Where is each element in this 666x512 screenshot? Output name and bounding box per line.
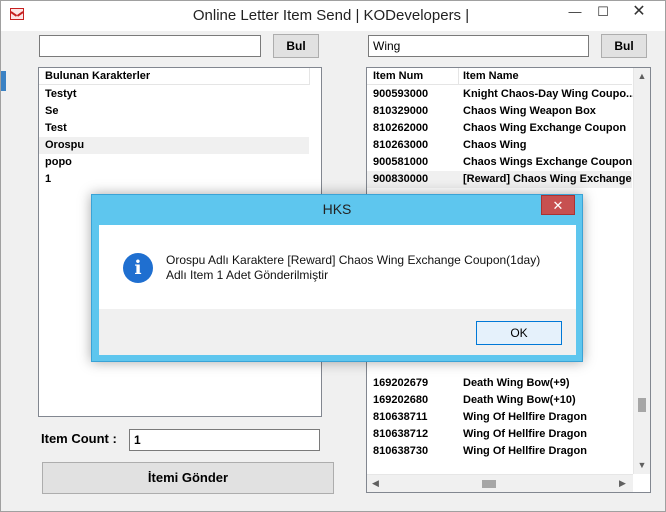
item-search-input[interactable]: Wing	[368, 35, 589, 57]
item-name: Death Wing Bow(+9)	[463, 377, 570, 389]
item-num: 810329000	[373, 105, 429, 117]
item-name: Wing Of Hellfire Dragon	[463, 411, 587, 423]
item-name: Knight Chaos-Day Wing Coupo...	[463, 88, 633, 100]
character-list-header: Bulunan Karakterler	[39, 68, 309, 85]
character-row-se[interactable]: Se	[39, 103, 309, 120]
title-bar: Online Letter Item Send | KODevelopers |…	[1, 1, 665, 31]
item-num: 810262000	[373, 122, 429, 134]
item-num: 810263000	[373, 139, 429, 151]
scroll-up-arrow-icon[interactable]: ▲	[634, 71, 650, 81]
ok-button[interactable]: OK	[476, 321, 562, 345]
character-row-test[interactable]: Test	[39, 120, 309, 137]
scroll-right-arrow-icon[interactable]: ▶	[619, 478, 626, 489]
item-num: 169202679	[373, 377, 429, 389]
send-item-button[interactable]: İtemi Gönder	[42, 462, 334, 494]
item-num: 810638711	[373, 411, 428, 423]
item-row[interactable]: 810263000 Chaos Wing	[367, 137, 632, 154]
col-item-name[interactable]: Item Name	[463, 68, 519, 84]
item-row[interactable]: 810329000 Chaos Wing Weapon Box	[367, 103, 632, 120]
item-name: [Reward] Chaos Wing Exchange	[463, 173, 632, 185]
item-name: Chaos Wings Exchange Coupon	[463, 156, 633, 168]
item-name: Wing Of Hellfire Dragon	[463, 445, 587, 457]
character-search-input[interactable]	[39, 35, 261, 57]
item-search-button[interactable]: Bul	[601, 34, 647, 58]
character-row-1[interactable]: 1	[39, 171, 309, 188]
item-name: Death Wing Bow(+10)	[463, 394, 576, 406]
item-num: 810638730	[373, 445, 429, 457]
character-rows: Testyt Se Test Orospu popo 1	[39, 86, 309, 188]
item-row[interactable]: 810638711 Wing Of Hellfire Dragon	[367, 409, 632, 426]
item-row[interactable]: 169202679 Death Wing Bow(+9)	[367, 375, 632, 392]
item-num: 900830000	[373, 173, 429, 185]
maximize-button[interactable]: ☐	[589, 1, 617, 23]
dialog-body: i Orospu Adlı Karaktere [Reward] Chaos W…	[99, 225, 576, 355]
window-title: Online Letter Item Send | KODevelopers |	[192, 7, 470, 24]
window-edge-accent	[1, 71, 6, 91]
scroll-left-arrow-icon[interactable]: ◀	[372, 478, 379, 489]
character-row-popo[interactable]: popo	[39, 154, 309, 171]
dialog-message-line1: Orospu Adlı Karaktere [Reward] Chaos Win…	[166, 253, 541, 267]
message-dialog: HKS ✕ i Orospu Adlı Karaktere [Reward] C…	[91, 194, 583, 362]
info-icon: i	[123, 253, 153, 283]
col-divider	[458, 68, 459, 85]
scroll-down-arrow-icon[interactable]: ▼	[634, 460, 650, 470]
item-row-selected[interactable]: 900830000 [Reward] Chaos Wing Exchange	[367, 171, 632, 188]
close-button[interactable]: ✕	[617, 1, 661, 23]
minimize-button[interactable]: —	[561, 1, 589, 23]
col-item-num[interactable]: Item Num	[373, 68, 423, 84]
item-row[interactable]: 900581000 Chaos Wings Exchange Coupon	[367, 154, 632, 171]
item-row[interactable]: 810638712 Wing Of Hellfire Dragon	[367, 426, 632, 443]
item-grid-hscrollbar[interactable]: ◀ ▶	[367, 474, 633, 492]
mail-app-icon	[10, 8, 24, 20]
dialog-message-line2: Adlı Item 1 Adet Gönderilmiştir	[166, 268, 329, 282]
item-grid-vscrollbar[interactable]: ▲ ▼	[633, 68, 650, 474]
item-num: 900593000	[373, 88, 429, 100]
item-num: 900581000	[373, 156, 429, 168]
character-row-testyt[interactable]: Testyt	[39, 86, 309, 103]
scroll-thumb[interactable]	[638, 398, 646, 412]
item-name: Chaos Wing Exchange Coupon	[463, 122, 627, 134]
item-row[interactable]: 810638730 Wing Of Hellfire Dragon	[367, 443, 632, 460]
item-num: 810638712	[373, 428, 429, 440]
item-grid-header: Item Num Item Name	[367, 68, 632, 85]
item-count-label: Item Count :	[41, 431, 117, 446]
item-row[interactable]: 810262000 Chaos Wing Exchange Coupon	[367, 120, 632, 137]
item-name: Chaos Wing Weapon Box	[463, 105, 596, 117]
dialog-close-button[interactable]: ✕	[541, 195, 575, 215]
item-name: Chaos Wing	[463, 139, 527, 151]
item-row[interactable]: 169202680 Death Wing Bow(+10)	[367, 392, 632, 409]
header-divider	[309, 68, 321, 85]
item-count-input[interactable]: 1	[129, 429, 320, 451]
character-search-button[interactable]: Bul	[273, 34, 319, 58]
character-row-orospu[interactable]: Orospu	[39, 137, 309, 154]
item-name: Wing Of Hellfire Dragon	[463, 428, 587, 440]
dialog-title: HKS	[322, 201, 352, 217]
item-num: 169202680	[373, 394, 429, 406]
hscroll-thumb[interactable]	[482, 480, 496, 488]
item-row[interactable]: 900593000 Knight Chaos-Day Wing Coupo...	[367, 86, 633, 103]
